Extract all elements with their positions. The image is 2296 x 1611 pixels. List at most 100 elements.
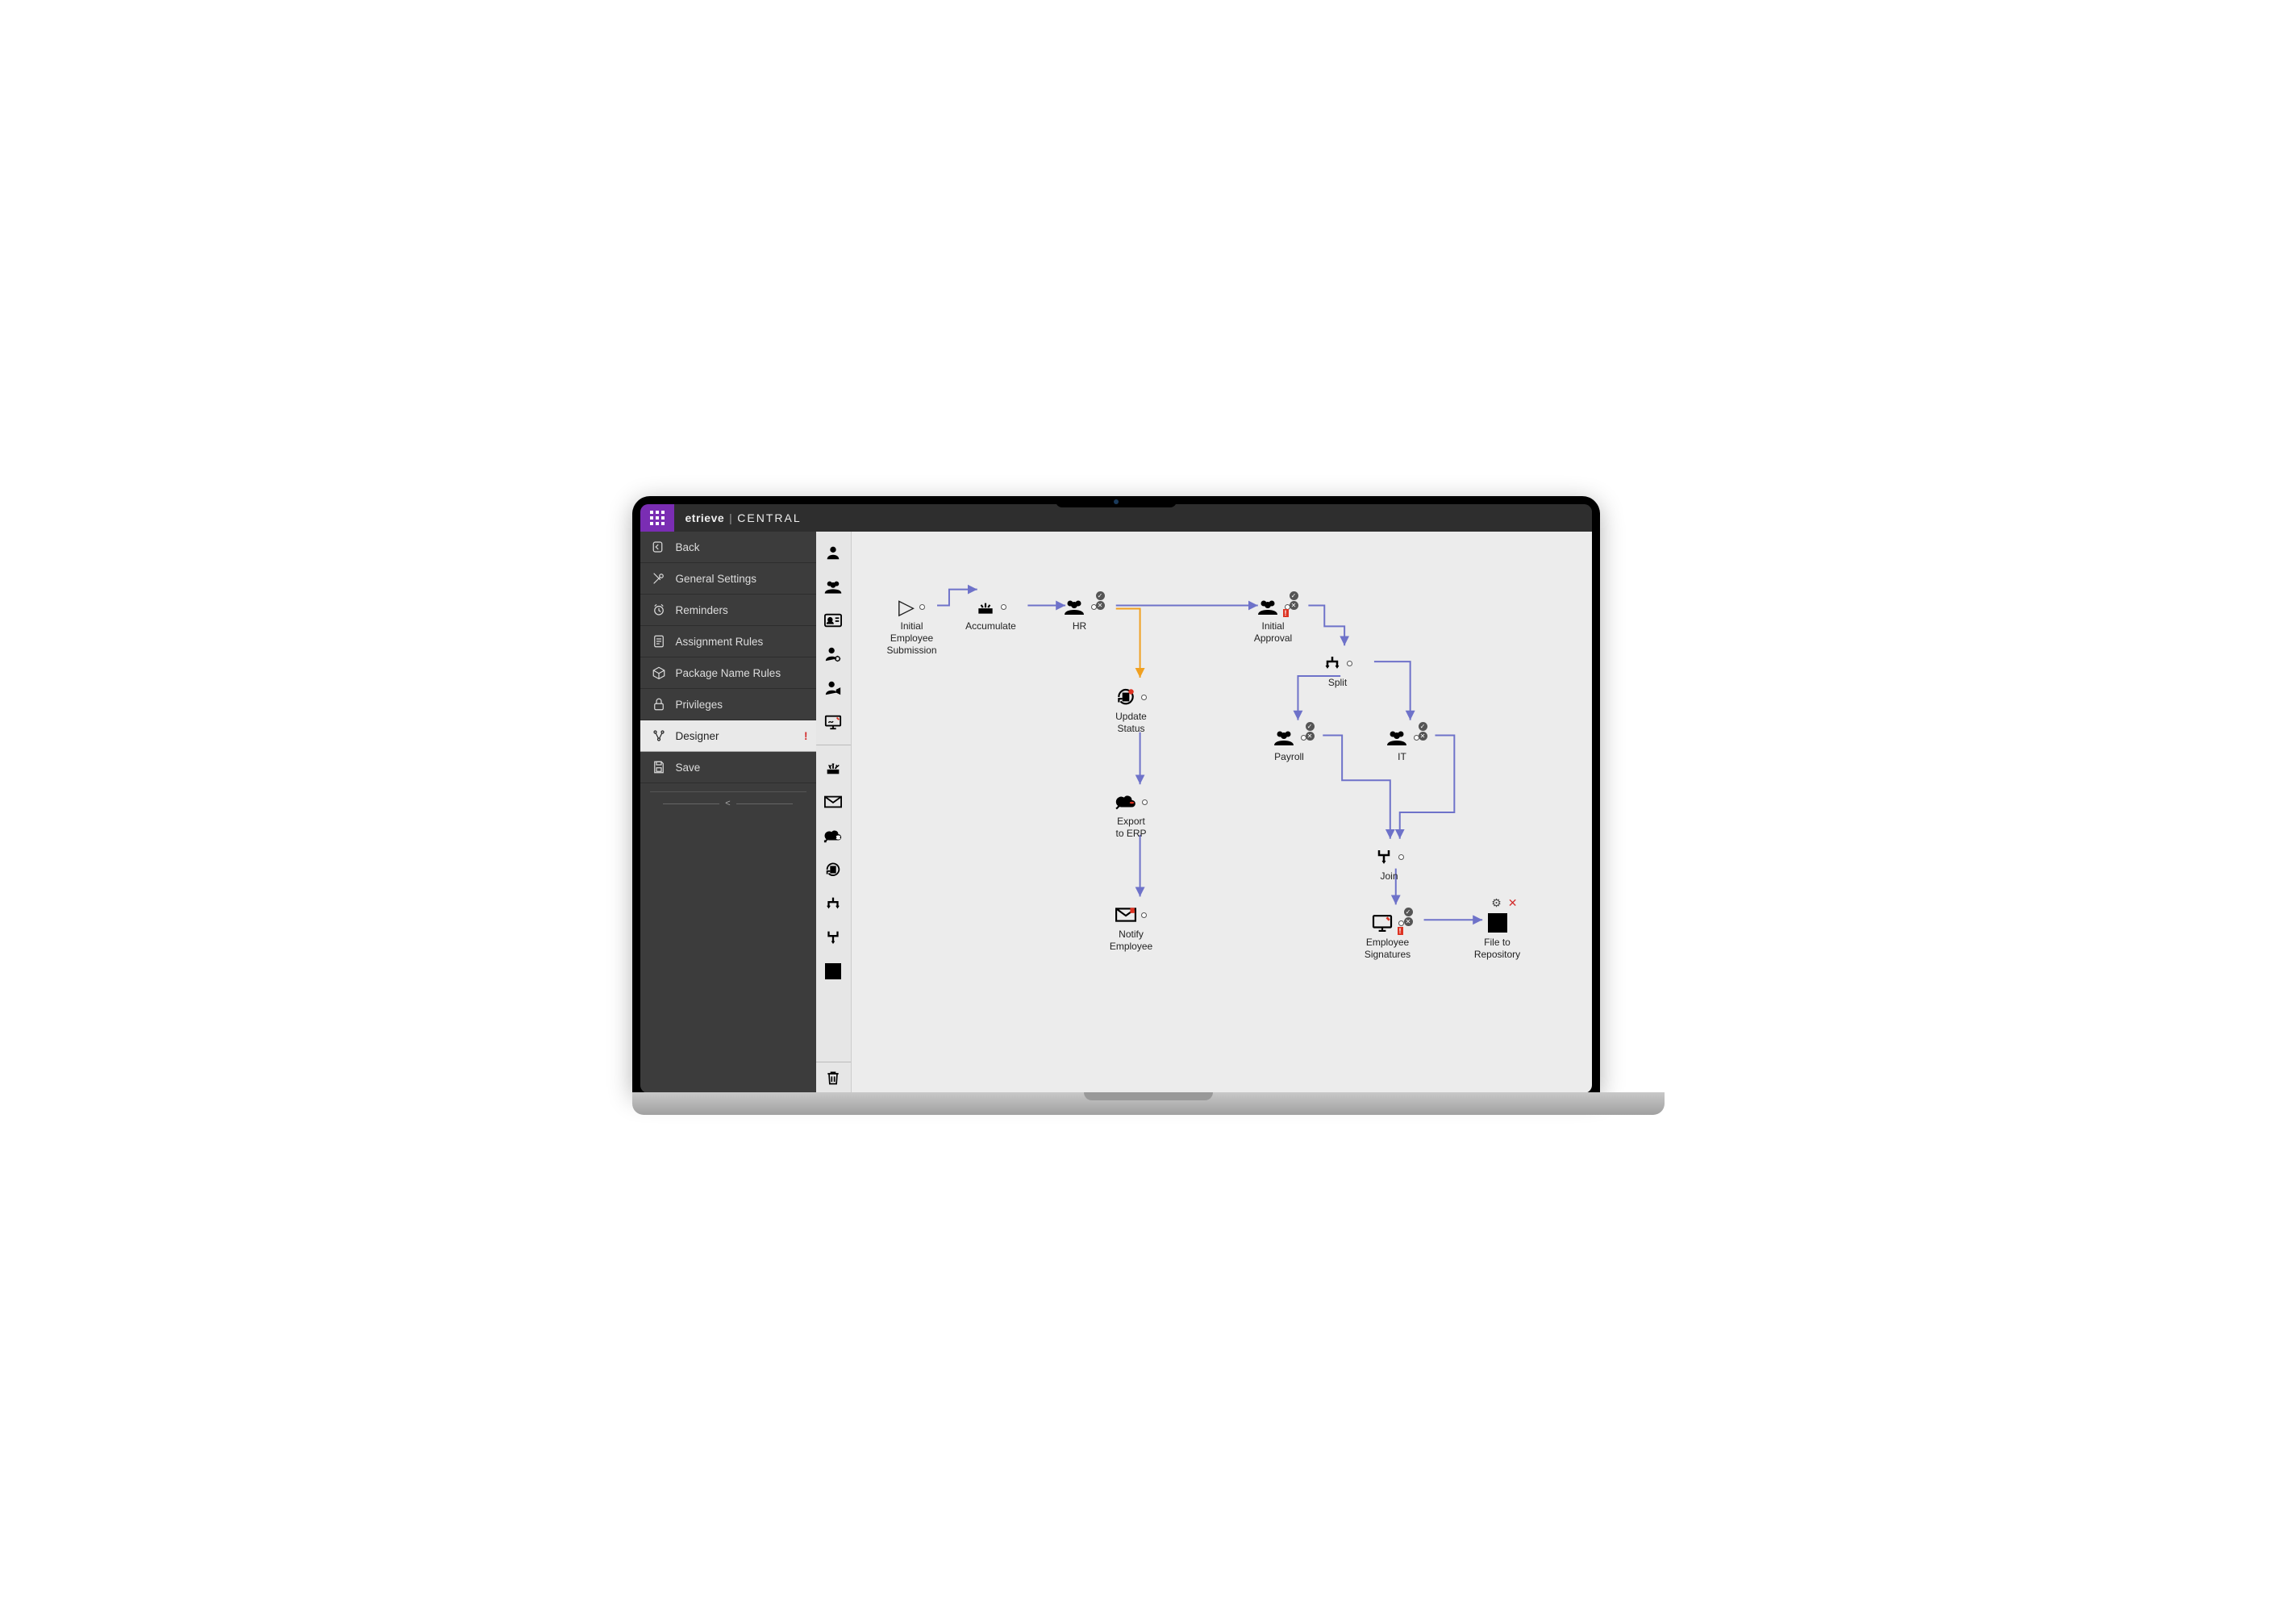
tool-end-square[interactable] xyxy=(819,957,848,986)
node-join[interactable]: Join xyxy=(1353,845,1426,883)
tool-group-users[interactable] xyxy=(819,572,848,601)
sidebar-collapse-toggle[interactable]: < xyxy=(650,791,806,808)
brand-name: etrieve xyxy=(685,511,725,524)
node-label: Join xyxy=(1353,870,1426,883)
node-export-erp[interactable]: Export to ERP xyxy=(1095,790,1168,840)
node-status-badges: ✓✕ xyxy=(1404,908,1413,926)
node-hr[interactable]: ✓✕ HR xyxy=(1044,595,1116,632)
node-delete-button[interactable]: ✕ xyxy=(1508,896,1518,910)
node-file-to-repository[interactable]: ⚙ ✕ File to Repository xyxy=(1461,911,1534,961)
node-split[interactable]: Split xyxy=(1302,651,1374,689)
node-label: File to Repository xyxy=(1461,937,1534,961)
alert-icon: ! xyxy=(1283,609,1289,617)
group-users-icon xyxy=(1385,728,1409,747)
node-payroll[interactable]: ✓✕ Payroll xyxy=(1253,725,1326,763)
tool-refresh-doc[interactable] xyxy=(819,855,848,884)
app-body: Back General Settings Reminders xyxy=(640,532,1592,1093)
tool-join[interactable] xyxy=(819,923,848,952)
node-context-menu: ⚙ ✕ xyxy=(1491,896,1517,910)
node-start[interactable]: ▷ Initial Employee Submission xyxy=(876,595,948,657)
sidebar-item-label: Reminders xyxy=(676,604,728,616)
tool-accumulate[interactable] xyxy=(819,753,848,783)
sidebar-item-assignment-rules[interactable]: Assignment Rules xyxy=(640,626,816,657)
tool-cloud-export[interactable] xyxy=(819,821,848,850)
node-label: Notify Employee xyxy=(1095,929,1168,953)
node-notify-employee[interactable]: Notify Employee xyxy=(1095,903,1168,953)
sidebar-item-label: Save xyxy=(676,762,701,774)
grid-icon xyxy=(650,511,665,525)
app-screen: etrieve|CENTRAL Back General Settings xyxy=(640,504,1592,1093)
alert-icon: ! xyxy=(804,730,808,742)
sidebar-item-label: Back xyxy=(676,541,700,553)
node-update-status[interactable]: Update Status xyxy=(1095,685,1168,735)
refresh-doc-icon xyxy=(1115,687,1136,707)
designer-canvas[interactable]: ▷ Initial Employee Submission Accumulate… xyxy=(852,532,1592,1093)
tool-split[interactable] xyxy=(819,889,848,918)
brand: etrieve|CENTRAL xyxy=(685,511,802,524)
end-square-icon xyxy=(1488,913,1507,933)
node-label: Employee Signatures xyxy=(1352,937,1424,961)
output-port[interactable] xyxy=(1001,604,1006,610)
designer-icon xyxy=(652,728,666,743)
accumulate-icon xyxy=(975,598,996,616)
toolbox xyxy=(816,532,852,1093)
node-label: HR xyxy=(1044,620,1116,632)
group-users-icon xyxy=(1256,597,1280,616)
output-port[interactable] xyxy=(1142,799,1148,805)
node-it[interactable]: ✓✕ IT xyxy=(1366,725,1439,763)
sidebar-item-designer[interactable]: Designer ! xyxy=(640,720,816,752)
package-icon xyxy=(652,666,666,680)
output-port[interactable] xyxy=(1141,912,1147,918)
laptop-frame: etrieve|CENTRAL Back General Settings xyxy=(632,496,1600,1093)
sidebar-item-label: General Settings xyxy=(676,573,757,585)
trash-zone[interactable] xyxy=(816,1062,851,1093)
output-port[interactable] xyxy=(919,604,925,610)
tool-user-gear[interactable] xyxy=(819,640,848,669)
output-port[interactable] xyxy=(1347,661,1352,666)
sidebar-item-general-settings[interactable]: General Settings xyxy=(640,563,816,595)
node-status-badges: ✓✕ xyxy=(1306,722,1315,741)
sidebar-item-back[interactable]: Back xyxy=(640,532,816,563)
back-icon xyxy=(652,540,666,554)
sidebar-item-reminders[interactable]: Reminders xyxy=(640,595,816,626)
tool-monitor-sign[interactable] xyxy=(819,707,848,737)
output-port[interactable] xyxy=(1141,695,1147,700)
node-label: IT xyxy=(1366,751,1439,763)
sidebar-item-label: Assignment Rules xyxy=(676,636,764,648)
node-employee-signatures[interactable]: ! ✓✕ Employee Signatures xyxy=(1352,911,1424,961)
node-accumulate[interactable]: Accumulate xyxy=(955,595,1027,632)
sidebar-item-package-name-rules[interactable]: Package Name Rules xyxy=(640,657,816,689)
node-label: Export to ERP xyxy=(1095,816,1168,840)
sidebar-item-label: Privileges xyxy=(676,699,723,711)
cloud-export-icon xyxy=(1115,793,1137,811)
group-users-icon xyxy=(1062,597,1086,616)
node-settings-button[interactable]: ⚙ xyxy=(1491,896,1502,910)
output-port[interactable] xyxy=(1398,854,1404,860)
sidebar: Back General Settings Reminders xyxy=(640,532,816,1093)
join-icon xyxy=(1374,848,1394,866)
node-status-badges: ✓✕ xyxy=(1419,722,1427,741)
tools-icon xyxy=(652,571,666,586)
node-initial-approval[interactable]: ! ✓✕ Initial Approval xyxy=(1237,595,1310,645)
sidebar-item-save[interactable]: Save xyxy=(640,752,816,783)
tool-user[interactable] xyxy=(819,538,848,567)
app-menu-button[interactable] xyxy=(640,504,674,532)
tool-id-card[interactable] xyxy=(819,606,848,635)
sidebar-item-label: Package Name Rules xyxy=(676,667,781,679)
laptop-base xyxy=(632,1092,1665,1115)
node-status-badges: ✓✕ xyxy=(1096,591,1105,610)
tool-envelope[interactable] xyxy=(819,787,848,816)
node-label: Payroll xyxy=(1253,751,1326,763)
alert-icon: ! xyxy=(1398,927,1403,935)
sidebar-item-privileges[interactable]: Privileges xyxy=(640,689,816,720)
lock-icon xyxy=(652,697,666,712)
group-users-icon xyxy=(1272,728,1296,747)
save-icon xyxy=(652,760,666,774)
node-status-badges: ✓✕ xyxy=(1290,591,1298,610)
envelope-icon xyxy=(1115,908,1136,922)
monitor-sign-icon xyxy=(1371,914,1394,932)
tool-user-announce[interactable] xyxy=(819,674,848,703)
laptop-notch xyxy=(1056,496,1177,507)
clock-icon xyxy=(652,603,666,617)
node-label: Accumulate xyxy=(955,620,1027,632)
